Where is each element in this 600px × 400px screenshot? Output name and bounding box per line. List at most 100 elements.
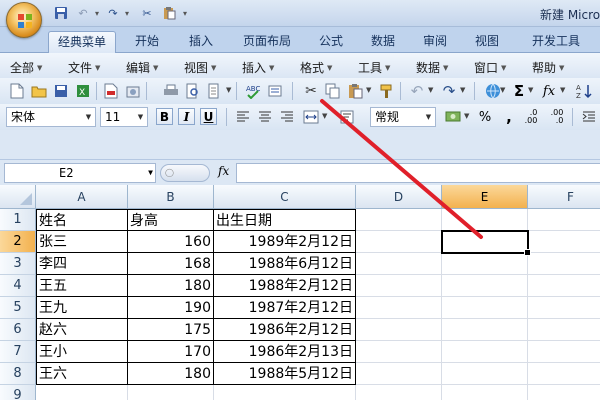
cell-b6[interactable]: 175 (128, 319, 214, 341)
research-icon[interactable] (266, 82, 284, 100)
cell-f6[interactable] (528, 319, 600, 341)
cell-a5[interactable]: 王九 (36, 297, 128, 319)
cell-c6[interactable]: 1986年2月12日 (214, 319, 356, 341)
cell-b5[interactable]: 190 (128, 297, 214, 319)
cell-a4[interactable]: 王五 (36, 275, 128, 297)
cell-f7[interactable] (528, 341, 600, 363)
cell-a3[interactable]: 李四 (36, 253, 128, 275)
cell-e3[interactable] (442, 253, 528, 275)
menu-data[interactable]: 数据 ▼ (416, 59, 448, 76)
redo-icon[interactable]: ↷ (440, 82, 458, 100)
sort-ascending-icon[interactable]: AZ (576, 82, 594, 100)
cell-d8[interactable] (356, 363, 442, 385)
cell-a2[interactable]: 张三 (36, 231, 128, 253)
italic-button[interactable]: I (178, 108, 195, 125)
menu-tools[interactable]: 工具 ▼ (358, 59, 390, 76)
redo-icon[interactable]: ↷ (104, 4, 122, 22)
save-icon[interactable] (52, 4, 70, 22)
row-header-2[interactable]: 2 (0, 231, 36, 253)
cell-d5[interactable] (356, 297, 442, 319)
undo-dropdown-icon[interactable]: ▾ (92, 4, 102, 22)
tab-data[interactable]: 数据 (362, 31, 404, 53)
cell-f1[interactable] (528, 209, 600, 231)
cell-b4[interactable]: 180 (128, 275, 214, 297)
number-format-select[interactable]: 常规 ▼ (370, 107, 436, 127)
insert-function-icon[interactable]: fx (540, 82, 558, 100)
cell-a8[interactable]: 王六 (36, 363, 128, 385)
tab-home[interactable]: 开始 (126, 31, 168, 53)
cell-b3[interactable]: 168 (128, 253, 214, 275)
chevron-down-icon[interactable]: ▼ (428, 86, 433, 94)
merge-center-icon[interactable] (302, 108, 320, 126)
currency-format-icon[interactable] (444, 108, 462, 126)
cell-e9[interactable] (442, 385, 528, 400)
cell-a9[interactable] (36, 385, 128, 400)
cell-c7[interactable]: 1986年2月13日 (214, 341, 356, 363)
font-size-select[interactable]: 11 ▼ (100, 107, 148, 127)
cell-f9[interactable] (528, 385, 600, 400)
export-pdf-icon[interactable] (102, 82, 120, 100)
chevron-down-icon[interactable]: ▼ (460, 86, 465, 94)
tab-formulas[interactable]: 公式 (310, 31, 352, 53)
menu-edit[interactable]: 编辑 ▼ (126, 59, 158, 76)
paste-icon[interactable] (346, 82, 364, 100)
row-header-5[interactable]: 5 (0, 297, 36, 319)
cell-e8[interactable] (442, 363, 528, 385)
column-header-a[interactable]: A (36, 185, 128, 209)
cell-d3[interactable] (356, 253, 442, 275)
office-button[interactable] (6, 2, 42, 38)
column-header-e[interactable]: E (442, 185, 528, 209)
wrap-text-icon[interactable] (338, 108, 356, 126)
cell-d6[interactable] (356, 319, 442, 341)
cell-e5[interactable] (442, 297, 528, 319)
cell-e6[interactable] (442, 319, 528, 341)
align-center-icon[interactable] (256, 108, 274, 126)
cell-c4[interactable]: 1988年2月12日 (214, 275, 356, 297)
row-header-8[interactable]: 8 (0, 363, 36, 385)
align-left-icon[interactable] (234, 108, 252, 126)
cell-f2[interactable] (528, 231, 600, 253)
chevron-down-icon[interactable]: ▼ (500, 86, 505, 94)
menu-file[interactable]: 文件 ▼ (68, 59, 100, 76)
cell-c5[interactable]: 1987年2月12日 (214, 297, 356, 319)
permission-icon[interactable] (124, 82, 142, 100)
worksheet-grid[interactable]: A B C D E F 1 2 3 4 5 6 7 8 9 姓名 身高 出生日期 张三… (0, 185, 600, 400)
cut-icon[interactable]: ✂ (302, 82, 320, 100)
paste-icon[interactable] (160, 4, 178, 22)
tab-view[interactable]: 视图 (466, 31, 508, 53)
menu-help[interactable]: 帮助 ▼ (532, 59, 564, 76)
cell-e4[interactable] (442, 275, 528, 297)
redo-dropdown-icon[interactable]: ▾ (122, 4, 132, 22)
bold-button[interactable]: B (156, 108, 173, 125)
column-header-d[interactable]: D (356, 185, 442, 209)
indent-icon[interactable] (580, 108, 598, 126)
row-header-1[interactable]: 1 (0, 209, 36, 231)
insert-function-button[interactable]: fx (218, 164, 229, 178)
chevron-down-icon[interactable]: ▼ (528, 86, 533, 94)
cell-d7[interactable] (356, 341, 442, 363)
cell-c3[interactable]: 1988年6月12日 (214, 253, 356, 275)
save-icon[interactable] (52, 82, 70, 100)
cell-e2[interactable] (442, 231, 528, 253)
decrease-decimal-button[interactable]: .00 .0 (548, 108, 566, 126)
chevron-down-icon[interactable]: ▼ (464, 112, 469, 120)
cell-d1[interactable] (356, 209, 442, 231)
cell-b8[interactable]: 180 (128, 363, 214, 385)
menu-format[interactable]: 格式 ▼ (300, 59, 332, 76)
cell-a6[interactable]: 赵六 (36, 319, 128, 341)
cell-d4[interactable] (356, 275, 442, 297)
cell-c1[interactable]: 出生日期 (214, 209, 356, 231)
autosum-icon[interactable]: Σ (510, 82, 528, 100)
tab-developer[interactable]: 开发工具 (524, 31, 588, 53)
cell-a7[interactable]: 王小 (36, 341, 128, 363)
export-excel-icon[interactable]: X (74, 82, 92, 100)
undo-icon[interactable]: ↶ (408, 82, 426, 100)
row-header-9[interactable]: 9 (0, 385, 36, 400)
chevron-down-icon[interactable]: ▼ (366, 86, 371, 94)
print-preview-icon[interactable] (184, 82, 202, 100)
column-header-f[interactable]: F (528, 185, 600, 209)
underline-button[interactable]: U (200, 108, 217, 125)
undo-icon[interactable]: ↶ (74, 4, 92, 22)
cell-b1[interactable]: 身高 (128, 209, 214, 231)
font-name-select[interactable]: 宋体 ▼ (6, 107, 96, 127)
